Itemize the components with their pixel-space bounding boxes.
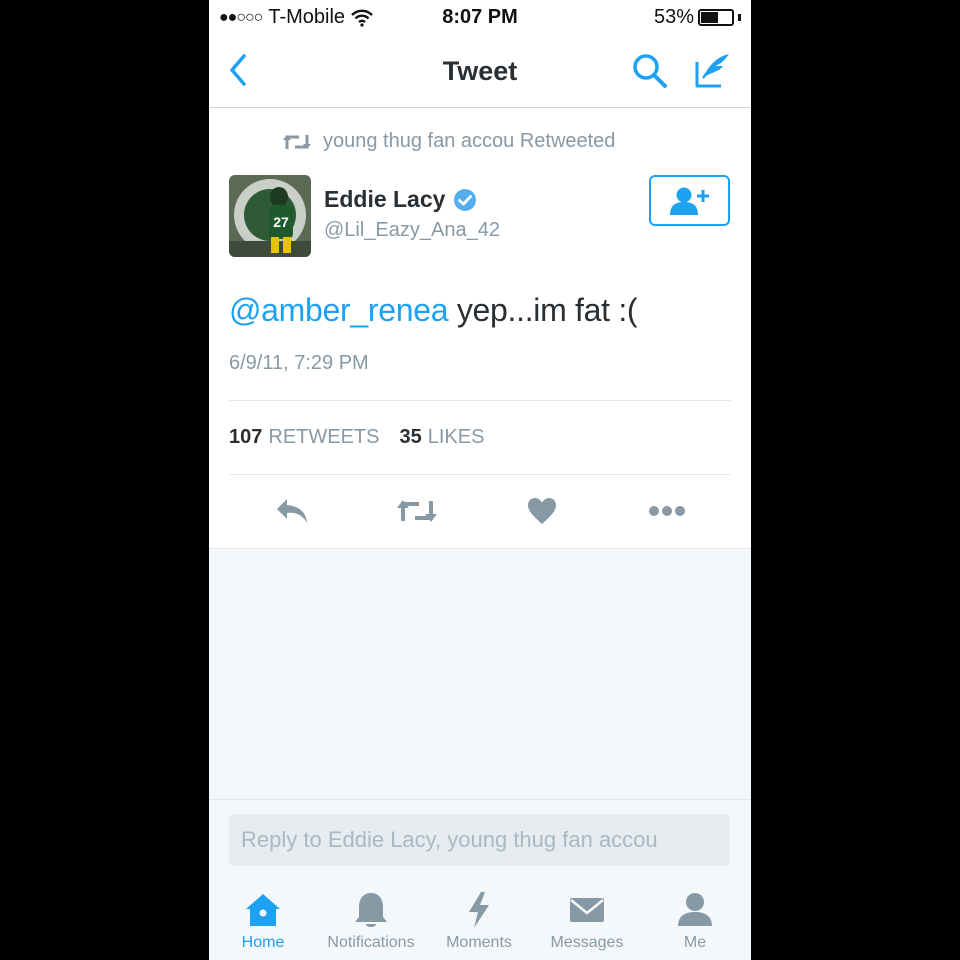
retweet-button[interactable] bbox=[396, 490, 438, 532]
tab-notifications-label: Notifications bbox=[327, 934, 415, 951]
tab-messages[interactable]: Messages bbox=[533, 880, 641, 960]
retweet-icon bbox=[397, 500, 437, 522]
phone-screen: ●●○○○ T-Mobile 8:07 PM 53% Tweet young t… bbox=[209, 0, 751, 960]
retweets-count[interactable]: 107 bbox=[229, 426, 262, 449]
likes-count[interactable]: 35 bbox=[400, 426, 422, 449]
home-icon bbox=[246, 894, 280, 926]
divider bbox=[229, 400, 731, 401]
like-button[interactable] bbox=[521, 490, 563, 532]
battery-icon bbox=[698, 9, 734, 26]
mention-link[interactable]: @amber_renea bbox=[229, 292, 449, 328]
tab-home-label: Home bbox=[241, 934, 285, 951]
bell-icon bbox=[355, 893, 387, 927]
svg-text:27: 27 bbox=[273, 214, 289, 230]
navigation-bar: Tweet bbox=[209, 36, 751, 108]
more-icon bbox=[649, 506, 685, 516]
heart-icon bbox=[528, 498, 556, 524]
add-user-icon bbox=[669, 187, 709, 215]
more-button[interactable] bbox=[646, 490, 688, 532]
retweets-label[interactable]: RETWEETS bbox=[268, 426, 379, 449]
avatar[interactable]: 27 bbox=[229, 175, 311, 257]
retweet-context-label: young thug fan accou Retweeted bbox=[323, 130, 616, 152]
battery-tip bbox=[738, 14, 741, 21]
tab-notifications[interactable]: Notifications bbox=[317, 880, 425, 960]
compose-icon[interactable] bbox=[693, 50, 733, 90]
battery-group: 53% bbox=[654, 6, 741, 29]
tab-home[interactable]: Home bbox=[209, 880, 317, 960]
tab-messages-label: Messages bbox=[550, 934, 624, 951]
status-bar: ●●○○○ T-Mobile 8:07 PM 53% bbox=[209, 0, 751, 36]
person-icon bbox=[678, 893, 712, 926]
author-handle: @Lil_Eazy_Ana_42 bbox=[324, 219, 500, 241]
author-name: Eddie Lacy bbox=[324, 186, 446, 212]
battery-percent: 53% bbox=[653, 6, 694, 28]
tweet-body: yep...im fat :( bbox=[448, 292, 638, 328]
tab-moments[interactable]: Moments bbox=[425, 880, 533, 960]
tweet-stats: 107 RETWEETS 35 LIKES bbox=[229, 426, 484, 449]
retweet-icon bbox=[283, 134, 311, 149]
reply-button[interactable] bbox=[271, 490, 313, 532]
likes-label[interactable]: LIKES bbox=[428, 426, 485, 449]
retweet-context[interactable]: young thug fan accou Retweeted bbox=[283, 130, 615, 153]
divider bbox=[229, 474, 731, 475]
empty-content-area bbox=[209, 548, 751, 800]
reply-bar bbox=[209, 800, 751, 880]
lightning-icon bbox=[469, 892, 489, 928]
envelope-icon bbox=[570, 898, 604, 922]
reply-icon bbox=[277, 499, 307, 523]
tab-me-label: Me bbox=[683, 934, 707, 951]
tab-me[interactable]: Me bbox=[641, 880, 749, 960]
verified-badge-icon bbox=[454, 188, 477, 211]
tab-moments-label: Moments bbox=[446, 934, 512, 951]
tab-bar: Home Notifications Moments Messages Me bbox=[209, 880, 751, 960]
battery-fill bbox=[701, 12, 718, 23]
tweet-actions bbox=[209, 490, 751, 532]
reply-input[interactable] bbox=[229, 814, 730, 866]
follow-button[interactable] bbox=[649, 175, 730, 226]
page-title: Tweet bbox=[442, 56, 518, 86]
search-icon[interactable] bbox=[631, 52, 669, 90]
tweet-timestamp: 6/9/11, 7:29 PM bbox=[229, 352, 369, 374]
tweet-author[interactable]: Eddie Lacy @Lil_Eazy_Ana_42 bbox=[324, 186, 500, 242]
tweet-text: @amber_renea yep...im fat :( bbox=[229, 292, 638, 329]
